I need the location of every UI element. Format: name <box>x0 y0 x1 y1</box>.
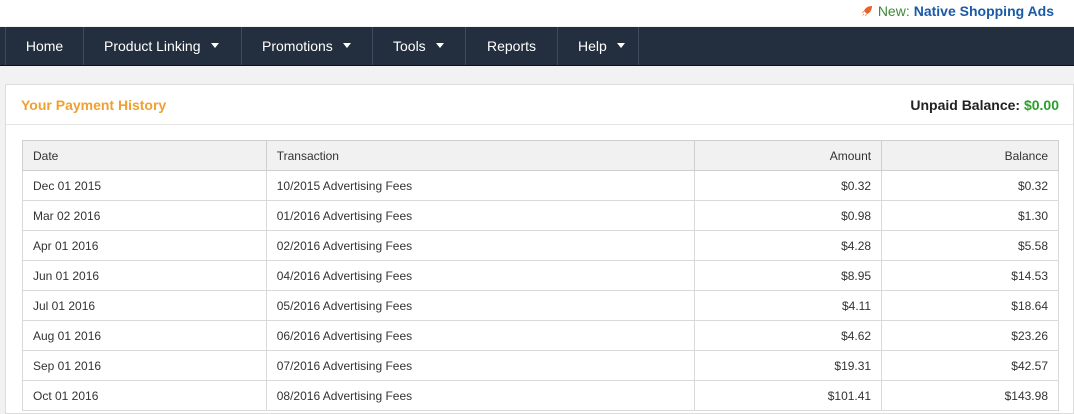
cell-balance: $14.53 <box>881 260 1059 291</box>
cell-transaction: 02/2016 Advertising Fees <box>265 230 696 261</box>
top-bar: New: Native Shopping Ads <box>0 0 1074 26</box>
native-shopping-ads-link[interactable]: Native Shopping Ads <box>914 2 1054 20</box>
cell-date: Apr 01 2016 <box>22 230 267 261</box>
cell-date: Jul 01 2016 <box>22 290 267 321</box>
nav-tools-label: Tools <box>393 38 426 54</box>
cell-transaction: 05/2016 Advertising Fees <box>265 290 696 321</box>
rocket-icon <box>861 6 872 16</box>
table-row: Aug 01 2016 06/2016 Advertising Fees $4.… <box>22 320 1059 351</box>
nav-help[interactable]: Help <box>558 27 639 65</box>
cell-date: Jun 01 2016 <box>22 260 267 291</box>
table-row: Jul 01 2016 05/2016 Advertising Fees $4.… <box>22 290 1059 321</box>
table-row: Jun 01 2016 04/2016 Advertising Fees $8.… <box>22 260 1059 291</box>
cell-transaction: 08/2016 Advertising Fees <box>265 380 696 411</box>
table-row: Apr 01 2016 02/2016 Advertising Fees $4.… <box>22 230 1059 261</box>
nav-reports-label: Reports <box>486 38 537 54</box>
table-row: Dec 01 2015 10/2015 Advertising Fees $0.… <box>22 170 1059 201</box>
nav-product-linking-label: Product Linking <box>104 38 201 54</box>
caret-down-icon <box>616 42 625 48</box>
nav-home[interactable]: Home <box>5 27 84 65</box>
cell-date: Sep 01 2016 <box>22 350 267 381</box>
cell-amount: $8.95 <box>694 260 883 291</box>
cell-date: Aug 01 2016 <box>22 320 267 351</box>
cell-date: Oct 01 2016 <box>22 380 267 411</box>
cell-amount: $4.62 <box>694 320 883 351</box>
column-header-balance: Balance <box>881 140 1059 171</box>
nav-reports[interactable]: Reports <box>466 27 558 65</box>
column-header-amount: Amount <box>694 140 883 171</box>
panel-header: Your Payment History Unpaid Balance: $0.… <box>6 85 1073 125</box>
caret-down-icon <box>210 42 219 48</box>
main-nav: Home Product Linking Promotions Tools Re… <box>0 27 1074 66</box>
table-row: Sep 01 2016 07/2016 Advertising Fees $19… <box>22 350 1059 381</box>
table-row: Oct 01 2016 08/2016 Advertising Fees $10… <box>22 380 1059 411</box>
unpaid-balance: Unpaid Balance: $0.00 <box>910 97 1059 113</box>
cell-transaction: 04/2016 Advertising Fees <box>265 260 696 291</box>
cell-balance: $42.57 <box>881 350 1059 381</box>
payment-history-panel: Your Payment History Unpaid Balance: $0.… <box>5 84 1074 414</box>
nav-help-label: Help <box>578 38 607 54</box>
unpaid-balance-amount: $0.00 <box>1023 96 1059 113</box>
nav-home-label: Home <box>25 38 64 54</box>
cell-balance: $18.64 <box>881 290 1059 321</box>
cell-transaction: 07/2016 Advertising Fees <box>265 350 696 381</box>
payment-history-table: Date Transaction Amount Balance Dec 01 2… <box>22 140 1059 411</box>
cell-amount: $4.28 <box>694 230 883 261</box>
cell-amount: $101.41 <box>694 380 883 411</box>
cell-balance: $1.30 <box>881 200 1059 231</box>
cell-transaction: 10/2015 Advertising Fees <box>265 170 696 201</box>
table-row: Mar 02 2016 01/2016 Advertising Fees $0.… <box>22 200 1059 231</box>
table-header-row: Date Transaction Amount Balance <box>22 140 1059 171</box>
cell-amount: $0.98 <box>694 200 883 231</box>
cell-date: Mar 02 2016 <box>22 200 267 231</box>
nav-promotions[interactable]: Promotions <box>242 27 373 65</box>
cell-transaction: 01/2016 Advertising Fees <box>265 200 696 231</box>
nav-product-linking[interactable]: Product Linking <box>84 27 242 65</box>
cell-amount: $0.32 <box>694 170 883 201</box>
cell-balance: $23.26 <box>881 320 1059 351</box>
cell-transaction: 06/2016 Advertising Fees <box>265 320 696 351</box>
caret-down-icon <box>342 42 351 48</box>
unpaid-balance-label: Unpaid Balance: <box>910 96 1021 113</box>
cell-amount: $4.11 <box>694 290 883 321</box>
cell-balance: $0.32 <box>881 170 1059 201</box>
caret-down-icon <box>435 42 444 48</box>
promo-banner: New: Native Shopping Ads <box>861 2 1054 20</box>
cell-balance: $143.98 <box>881 380 1059 411</box>
page-title: Your Payment History <box>21 96 167 113</box>
column-header-date: Date <box>22 140 267 171</box>
nav-promotions-label: Promotions <box>262 38 333 54</box>
promo-new-label: New: <box>877 3 910 19</box>
cell-balance: $5.58 <box>881 230 1059 261</box>
cell-amount: $19.31 <box>694 350 883 381</box>
cell-date: Dec 01 2015 <box>22 170 267 201</box>
nav-tools[interactable]: Tools <box>373 27 466 65</box>
column-header-transaction: Transaction <box>265 140 696 171</box>
